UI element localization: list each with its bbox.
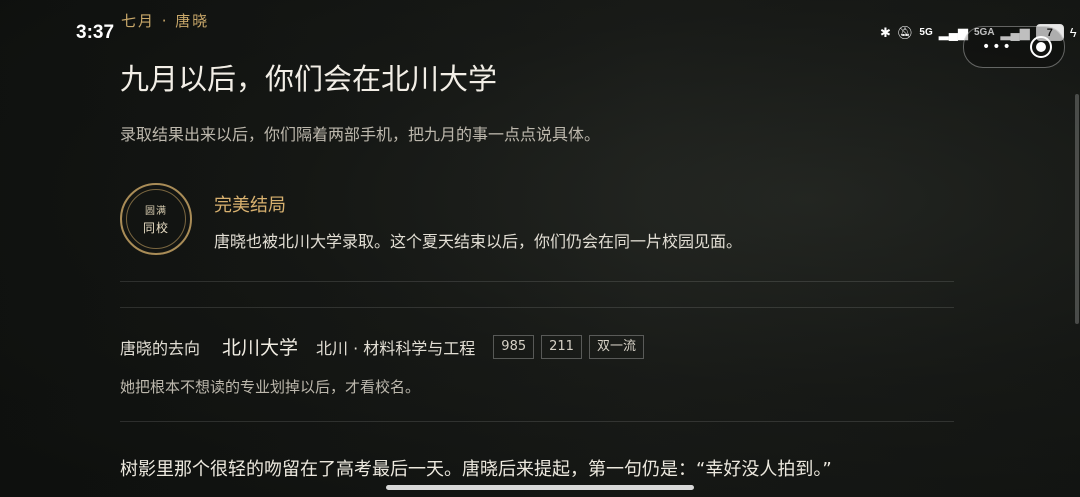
tag-double-first-class: 双一流 xyxy=(588,334,644,359)
seal-line-1: 圆满 xyxy=(145,206,167,217)
destination-school: 北川大学 xyxy=(222,337,299,359)
more-menu-icon[interactable]: ••• xyxy=(982,39,1013,55)
page-title: 九月以后，你们会在北川大学 xyxy=(120,62,498,96)
tag-985: 985 xyxy=(493,334,535,359)
scrollbar[interactable] xyxy=(1075,94,1079,324)
ending-title: 完美结局 xyxy=(214,195,286,216)
status-time: 3:37 xyxy=(76,22,115,43)
mute-icon: 🔕︎ xyxy=(896,24,914,40)
network-5g: 5G xyxy=(919,27,933,38)
breadcrumb: 七月 · 唐晓 xyxy=(121,12,210,30)
home-indicator[interactable] xyxy=(386,485,694,490)
bluetooth-icon: ✱ xyxy=(880,24,891,40)
ending-description: 唐晓也被北川大学录取。这个夏天结束以后，你们仍会在同一片校园见面。 xyxy=(214,232,743,251)
divider xyxy=(120,307,954,308)
destination-row: 唐晓的去向 北川大学 北川 · 材料科学与工程 985 211 双一流 xyxy=(120,333,651,360)
destination-label: 唐晓的去向 xyxy=(120,338,201,358)
charging-icon: ϟ xyxy=(1069,25,1077,40)
story-line: 树影里那个很轻的吻留在了高考最后一天。唐晓后来提起，第一句仍是：“幸好没人拍到。… xyxy=(120,459,832,480)
page-subtitle: 录取结果出来以后，你们隔着两部手机，把九月的事一点点说具体。 xyxy=(120,125,601,144)
ending-seal-badge: 圆满 同校 xyxy=(120,183,192,255)
divider xyxy=(120,421,954,422)
destination-major: 北川 · 材料科学与工程 xyxy=(316,338,476,358)
tag-211: 211 xyxy=(541,334,582,359)
seal-line-2: 同校 xyxy=(142,221,169,235)
close-record-icon[interactable] xyxy=(1030,36,1052,58)
destination-note: 她把根本不想读的专业划掉以后，才看校名。 xyxy=(120,378,421,396)
seal-inner-ring: 圆满 同校 xyxy=(126,189,186,249)
divider xyxy=(120,281,954,282)
mini-program-capsule: ••• xyxy=(963,26,1065,68)
